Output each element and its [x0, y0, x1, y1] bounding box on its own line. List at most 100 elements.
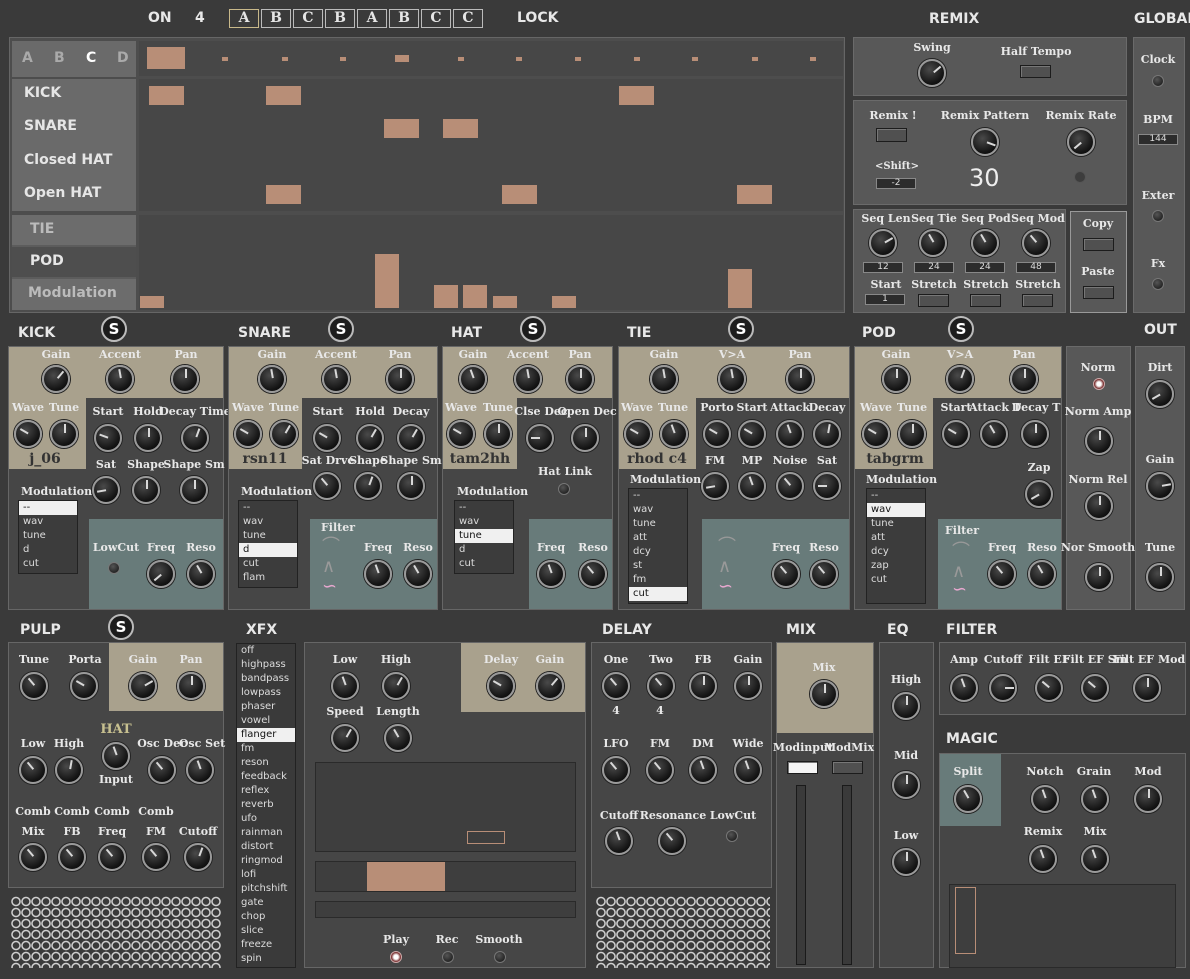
- xfx-delay-knob[interactable]: [487, 672, 515, 700]
- pattern-slot[interactable]: B: [325, 9, 355, 28]
- xfx-option[interactable]: ufo: [237, 812, 295, 826]
- delay-lowcut-led[interactable]: [726, 830, 738, 842]
- mod-option[interactable]: cut: [629, 587, 687, 601]
- eq-mid-knob[interactable]: [892, 771, 920, 799]
- pod-va-knob[interactable]: [946, 365, 974, 393]
- lock-label[interactable]: LOCK: [517, 10, 558, 26]
- modinput-button[interactable]: [787, 761, 818, 774]
- tie-porto-knob[interactable]: [703, 420, 731, 448]
- xfx-option[interactable]: off: [237, 644, 295, 658]
- bandpass-wave-icon[interactable]: ∧: [322, 558, 335, 576]
- remix-rate-knob[interactable]: [1067, 128, 1095, 156]
- tie-gain-knob[interactable]: [650, 365, 678, 393]
- kick-accent-knob[interactable]: [106, 365, 134, 393]
- snare-step[interactable]: [443, 119, 478, 138]
- kick-tune-knob[interactable]: [50, 420, 78, 448]
- bpm-value[interactable]: 144: [1138, 134, 1178, 145]
- magic-remix-knob[interactable]: [1029, 845, 1057, 873]
- xfx-length-knob[interactable]: [384, 724, 412, 752]
- kick-hold-knob[interactable]: [134, 424, 162, 452]
- mod-option[interactable]: wav: [867, 503, 925, 517]
- tie-va-knob[interactable]: [718, 365, 746, 393]
- pod-solo-button[interactable]: S: [948, 316, 974, 342]
- xfx-option[interactable]: flanger: [237, 728, 295, 742]
- mod-option[interactable]: att: [867, 531, 925, 545]
- modmix-button[interactable]: [832, 761, 863, 774]
- snare-start-knob[interactable]: [313, 424, 341, 452]
- mod-option[interactable]: zap: [867, 559, 925, 573]
- mod-option[interactable]: st: [629, 559, 687, 573]
- xfx-option[interactable]: reflex: [237, 784, 295, 798]
- highpass-wave-icon[interactable]: ∽: [952, 581, 967, 599]
- pod-reso-knob[interactable]: [1028, 560, 1056, 588]
- hat-gain-knob[interactable]: [459, 365, 487, 393]
- kick-step[interactable]: [149, 86, 184, 105]
- delay-two-knob[interactable]: [647, 672, 675, 700]
- tie-pan-knob[interactable]: [786, 365, 814, 393]
- snare-decay-knob[interactable]: [397, 424, 425, 452]
- comb-freq-knob[interactable]: [98, 843, 126, 871]
- pulp-cutoff-knob[interactable]: [184, 843, 212, 871]
- pod-freq-knob[interactable]: [988, 560, 1016, 588]
- kick-modulation-list[interactable]: -- wav tune d cut: [18, 500, 78, 574]
- shift-value[interactable]: -2: [876, 178, 916, 189]
- kick-freq-knob[interactable]: [147, 560, 175, 588]
- xfx-play-led[interactable]: [390, 951, 402, 963]
- tie-wave-knob[interactable]: [624, 420, 652, 448]
- xfx-option[interactable]: fm: [237, 742, 295, 756]
- mod-option[interactable]: tune: [629, 517, 687, 531]
- snare-freq-knob[interactable]: [364, 560, 392, 588]
- mod-option[interactable]: flam: [239, 571, 297, 585]
- pulp-solo-button[interactable]: S: [108, 614, 134, 640]
- xfx-xy-pad[interactable]: [315, 762, 576, 852]
- pod-pan-knob[interactable]: [1010, 365, 1038, 393]
- xfx-loop-region[interactable]: [367, 862, 445, 891]
- xfx-option[interactable]: ringmod: [237, 854, 295, 868]
- delay-lfo-knob[interactable]: [602, 756, 630, 784]
- pulp-porta-knob[interactable]: [70, 672, 98, 700]
- notch-knob[interactable]: [1031, 785, 1059, 813]
- pod-zap-knob[interactable]: [1025, 480, 1053, 508]
- clock-led[interactable]: [1152, 75, 1164, 87]
- pattern-slot[interactable]: B: [389, 9, 419, 28]
- pod-decay-t-knob[interactable]: [1021, 420, 1049, 448]
- hat-freq-knob[interactable]: [537, 560, 565, 588]
- xfx-low-knob[interactable]: [331, 672, 359, 700]
- modinput-slider[interactable]: [796, 785, 806, 965]
- row-label-tie[interactable]: TIE: [30, 221, 54, 237]
- pod-wave-knob[interactable]: [862, 420, 890, 448]
- delay-one-knob[interactable]: [602, 672, 630, 700]
- norm-rel-knob[interactable]: [1085, 492, 1113, 520]
- stretch-mod-button[interactable]: [1022, 294, 1053, 307]
- out-gain-knob[interactable]: [1146, 472, 1174, 500]
- hat-solo-button[interactable]: S: [520, 316, 546, 342]
- tie-tune-knob[interactable]: [660, 420, 688, 448]
- xfx-position-bar[interactable]: [315, 901, 576, 918]
- hat-clse-dec-knob[interactable]: [526, 424, 554, 452]
- seq-tab-c[interactable]: C: [86, 50, 96, 66]
- lowpass-wave-icon[interactable]: ⌒: [952, 543, 970, 561]
- xfx-option[interactable]: gate: [237, 896, 295, 910]
- snare-solo-button[interactable]: S: [328, 316, 354, 342]
- magic-xy-pad[interactable]: [949, 884, 1176, 968]
- modmix-slider[interactable]: [842, 785, 852, 965]
- delay-fb-knob[interactable]: [689, 672, 717, 700]
- magic-mod-knob[interactable]: [1134, 785, 1162, 813]
- kick-solo-button[interactable]: S: [101, 316, 127, 342]
- mod-option[interactable]: wav: [19, 515, 77, 529]
- pattern-count[interactable]: 4: [195, 10, 205, 26]
- seq-len-knob[interactable]: [869, 229, 897, 257]
- xfx-rec-led[interactable]: [442, 951, 454, 963]
- pulp-high-knob[interactable]: [55, 756, 83, 784]
- comb-fm-knob[interactable]: [142, 843, 170, 871]
- tie-solo-button[interactable]: S: [728, 316, 754, 342]
- nor-smooth-knob[interactable]: [1085, 563, 1113, 591]
- filt-ef-mod-knob[interactable]: [1133, 674, 1161, 702]
- xfx-option[interactable]: vowel: [237, 714, 295, 728]
- lowpass-wave-icon[interactable]: ⌒: [322, 538, 340, 556]
- tie-reso-knob[interactable]: [810, 560, 838, 588]
- mod-option[interactable]: d: [239, 543, 297, 557]
- mod-bar[interactable]: [493, 296, 517, 308]
- hat-tune-knob[interactable]: [484, 420, 512, 448]
- row-label-pod[interactable]: POD: [30, 253, 64, 269]
